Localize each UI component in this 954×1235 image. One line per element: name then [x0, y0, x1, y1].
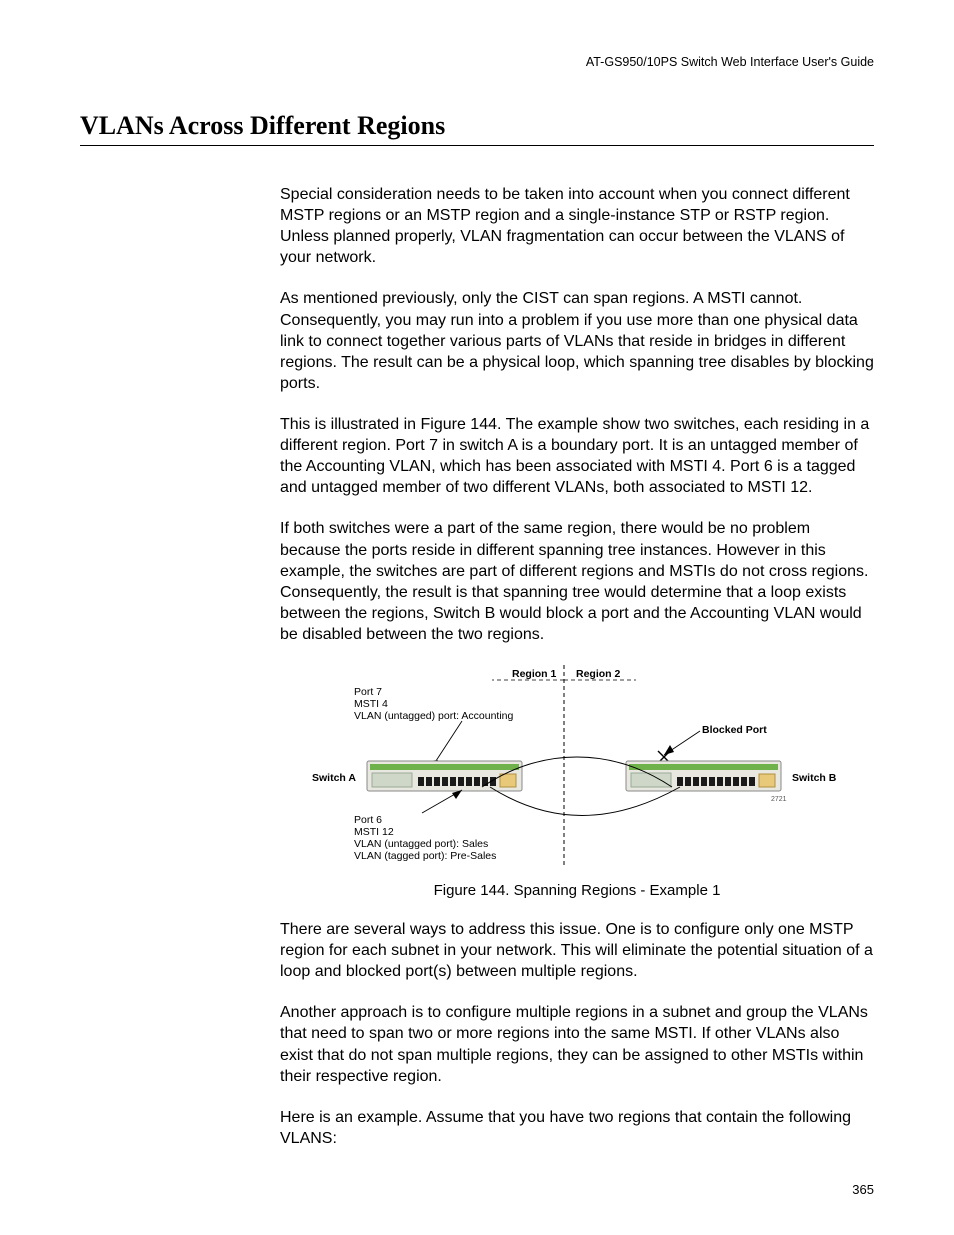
figure-caption: Figure 144. Spanning Regions - Example 1: [280, 881, 874, 901]
page-number: 365: [852, 1182, 874, 1197]
section-title: VLANs Across Different Regions: [80, 111, 874, 146]
paragraph: Here is an example. Assume that you have…: [280, 1107, 874, 1149]
label-port7-line2: MSTI 4: [354, 698, 388, 710]
label-port6-line1: Port 6: [354, 814, 382, 826]
label-port7-line1: Port 7: [354, 686, 382, 698]
diagram-svg: Region 1 Region 2 Port 7 MSTI 4 VLAN (un…: [312, 665, 842, 865]
paragraph: Special consideration needs to be taken …: [280, 184, 874, 268]
switch-a-icon: [367, 761, 522, 791]
paragraph: This is illustrated in Figure 144. The e…: [280, 414, 874, 498]
label-region1: Region 1: [512, 668, 556, 680]
label-port6-line4: VLAN (tagged port): Pre-Sales: [354, 850, 496, 862]
figure-fineprint: 2721: [771, 796, 787, 803]
label-switch-b: Switch B: [792, 772, 837, 784]
label-port7-line3: VLAN (untagged) port: Accounting: [354, 710, 514, 722]
label-region2: Region 2: [576, 668, 620, 680]
paragraph: As mentioned previously, only the CIST c…: [280, 288, 874, 394]
switch-b-icon: [626, 761, 781, 791]
paragraph: Another approach is to configure multipl…: [280, 1002, 874, 1086]
body-column: Special consideration needs to be taken …: [280, 184, 874, 1149]
label-blocked-port: Blocked Port: [702, 724, 767, 736]
label-port6-line2: MSTI 12: [354, 826, 394, 838]
figure-spanning-regions: Region 1 Region 2 Port 7 MSTI 4 VLAN (un…: [280, 665, 874, 901]
running-header: AT-GS950/10PS Switch Web Interface User'…: [80, 55, 874, 69]
label-port6-line3: VLAN (untagged port): Sales: [354, 838, 488, 850]
paragraph: If both switches were a part of the same…: [280, 518, 874, 645]
paragraph: There are several ways to address this i…: [280, 919, 874, 982]
label-switch-a: Switch A: [312, 772, 356, 784]
